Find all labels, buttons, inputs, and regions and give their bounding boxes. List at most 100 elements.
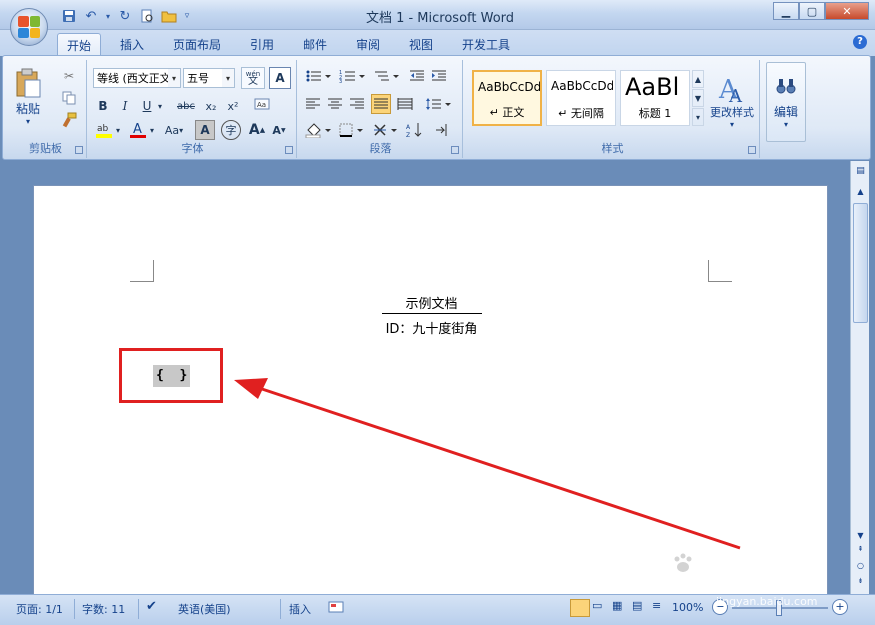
align-center-icon[interactable] bbox=[325, 94, 345, 114]
scroll-down-icon[interactable]: ▼ bbox=[855, 531, 866, 543]
draft-view-icon[interactable]: ≡ bbox=[652, 599, 670, 617]
highlight-dropdown-icon[interactable]: ▾ bbox=[113, 120, 123, 140]
tab-insert[interactable]: 插入 bbox=[111, 33, 153, 56]
align-left-icon[interactable] bbox=[303, 94, 323, 114]
save-icon[interactable] bbox=[60, 7, 78, 25]
status-insert-mode[interactable]: 插入 bbox=[289, 601, 311, 617]
editing-button[interactable]: 编辑 ▾ bbox=[766, 62, 806, 142]
change-styles-button[interactable]: AA 更改样式 ▾ bbox=[706, 66, 758, 136]
proofing-check-icon[interactable]: ✔ bbox=[146, 599, 157, 614]
format-painter-icon[interactable] bbox=[59, 110, 79, 130]
copy-icon[interactable] bbox=[59, 88, 79, 108]
underline-dropdown-icon[interactable]: ▾ bbox=[155, 96, 165, 116]
align-right-icon[interactable] bbox=[347, 94, 367, 114]
next-page-icon[interactable]: ⇟ bbox=[855, 577, 866, 589]
style-no-spacing[interactable]: AaBbCcDd ↵ 无间隔 bbox=[546, 70, 616, 126]
subscript-button[interactable]: x₂ bbox=[201, 96, 221, 116]
clear-formatting-icon[interactable]: Aa bbox=[251, 94, 273, 116]
select-browse-object-icon[interactable]: ○ bbox=[855, 561, 866, 573]
tab-developer[interactable]: 开发工具 bbox=[453, 33, 519, 56]
document-id-text[interactable]: ID：九十度街角 bbox=[34, 318, 829, 337]
redo-icon[interactable]: ↻ bbox=[116, 7, 134, 25]
bullets-icon[interactable] bbox=[303, 66, 333, 86]
full-screen-reading-view-icon[interactable]: ▭ bbox=[592, 599, 610, 617]
clipboard-launcher-icon[interactable] bbox=[75, 146, 83, 154]
styles-scroll-up-icon[interactable]: ▲ bbox=[692, 70, 704, 88]
tab-home[interactable]: 开始 bbox=[57, 33, 102, 56]
tab-page-layout[interactable]: 页面布局 bbox=[164, 33, 230, 56]
status-word-count[interactable]: 字数: 11 bbox=[82, 601, 125, 617]
font-launcher-icon[interactable] bbox=[285, 146, 293, 154]
print-preview-icon[interactable] bbox=[138, 7, 156, 25]
close-button[interactable]: ✕ bbox=[825, 2, 869, 20]
cut-icon[interactable]: ✂ bbox=[59, 66, 79, 86]
underline-button[interactable]: U bbox=[137, 96, 157, 116]
ruler-toggle-icon[interactable]: ▤ bbox=[854, 166, 867, 182]
maximize-button[interactable]: ▢ bbox=[799, 2, 825, 20]
open-folder-icon[interactable] bbox=[160, 7, 178, 25]
office-button[interactable] bbox=[10, 8, 48, 46]
shrink-font-icon[interactable]: A ▼ bbox=[269, 120, 289, 140]
font-name-dropdown-icon[interactable]: ▾ bbox=[168, 69, 180, 87]
document-title-text[interactable]: 示例文档 bbox=[34, 293, 829, 312]
font-color-button[interactable]: A bbox=[127, 120, 149, 140]
scroll-up-icon[interactable]: ▲ bbox=[855, 187, 866, 199]
shading-icon[interactable] bbox=[303, 120, 333, 140]
chinese-layout-icon[interactable] bbox=[371, 120, 401, 140]
tab-mailings[interactable]: 邮件 bbox=[294, 33, 336, 56]
tab-references[interactable]: 引用 bbox=[241, 33, 283, 56]
zoom-in-icon[interactable]: + bbox=[832, 599, 848, 615]
increase-indent-icon[interactable] bbox=[429, 66, 449, 86]
style-heading-1[interactable]: AaBl 标题 1 bbox=[620, 70, 690, 126]
paragraph-launcher-icon[interactable] bbox=[451, 146, 459, 154]
ribbon: 粘贴 ▾ ✂ 剪贴板 等线 (西文正文 ▾ 五号 ▾ wén 文 A B I U … bbox=[2, 55, 871, 160]
show-hide-marks-icon[interactable] bbox=[431, 120, 451, 140]
justify-icon[interactable] bbox=[371, 94, 391, 114]
decrease-indent-icon[interactable] bbox=[407, 66, 427, 86]
styles-launcher-icon[interactable] bbox=[748, 146, 756, 154]
character-shading-icon[interactable]: A bbox=[195, 120, 215, 140]
scroll-thumb[interactable] bbox=[853, 203, 868, 323]
line-spacing-icon[interactable] bbox=[423, 94, 453, 114]
undo-icon[interactable]: ↶ bbox=[82, 7, 100, 25]
styles-scroll-down-icon[interactable]: ▼ bbox=[692, 89, 704, 107]
phonetic-guide-button[interactable]: wén 文 bbox=[241, 67, 265, 89]
paste-button[interactable]: 粘贴 ▾ bbox=[11, 64, 45, 130]
style-normal[interactable]: AaBbCcDd ↵ 正文 bbox=[472, 70, 542, 126]
numbering-icon[interactable]: 123 bbox=[337, 66, 367, 86]
character-border-icon[interactable]: A bbox=[269, 67, 291, 89]
print-layout-view-icon[interactable] bbox=[570, 599, 590, 617]
strikethrough-button[interactable]: abc bbox=[173, 96, 199, 116]
text-highlight-button[interactable]: ab bbox=[93, 120, 115, 140]
minimize-button[interactable]: ▁ bbox=[773, 2, 799, 20]
bold-button[interactable]: B bbox=[93, 96, 113, 116]
status-language[interactable]: 英语(美国) bbox=[178, 601, 231, 617]
sort-icon[interactable]: AZ bbox=[405, 120, 425, 140]
help-icon[interactable]: ? bbox=[853, 35, 867, 49]
change-case-button[interactable]: Aa ▾ bbox=[161, 120, 187, 140]
web-layout-view-icon[interactable]: ▦ bbox=[612, 599, 630, 617]
macro-record-icon[interactable] bbox=[328, 600, 344, 617]
font-size-dropdown-icon[interactable]: ▾ bbox=[222, 69, 234, 87]
italic-button[interactable]: I bbox=[115, 96, 135, 116]
borders-icon[interactable] bbox=[337, 120, 367, 140]
previous-page-icon[interactable]: ⇞ bbox=[855, 545, 866, 557]
undo-dropdown-icon[interactable]: ▾ bbox=[104, 7, 112, 25]
multilevel-list-icon[interactable] bbox=[371, 66, 401, 86]
status-zoom-level[interactable]: 100% bbox=[672, 601, 703, 614]
grow-font-icon[interactable]: A ▲ bbox=[247, 120, 267, 140]
outline-view-icon[interactable]: ▤ bbox=[632, 599, 650, 617]
tab-view[interactable]: 视图 bbox=[400, 33, 442, 56]
customize-qat-icon[interactable]: ▿ bbox=[182, 7, 192, 25]
font-name-combo[interactable]: 等线 (西文正文 ▾ bbox=[93, 68, 181, 88]
styles-more-icon[interactable]: ▾ bbox=[692, 108, 704, 126]
title-rule bbox=[382, 313, 482, 314]
font-size-combo[interactable]: 五号 ▾ bbox=[183, 68, 235, 88]
enclose-characters-icon[interactable]: 字 bbox=[221, 120, 241, 140]
distributed-align-icon[interactable] bbox=[395, 94, 415, 114]
status-page[interactable]: 页面: 1/1 bbox=[16, 601, 63, 617]
tab-review[interactable]: 审阅 bbox=[347, 33, 389, 56]
vertical-scrollbar[interactable]: ▤ ▲ ▼ ⇞ ○ ⇟ bbox=[850, 161, 869, 594]
superscript-button[interactable]: x² bbox=[223, 96, 243, 116]
font-color-dropdown-icon[interactable]: ▾ bbox=[147, 120, 157, 140]
